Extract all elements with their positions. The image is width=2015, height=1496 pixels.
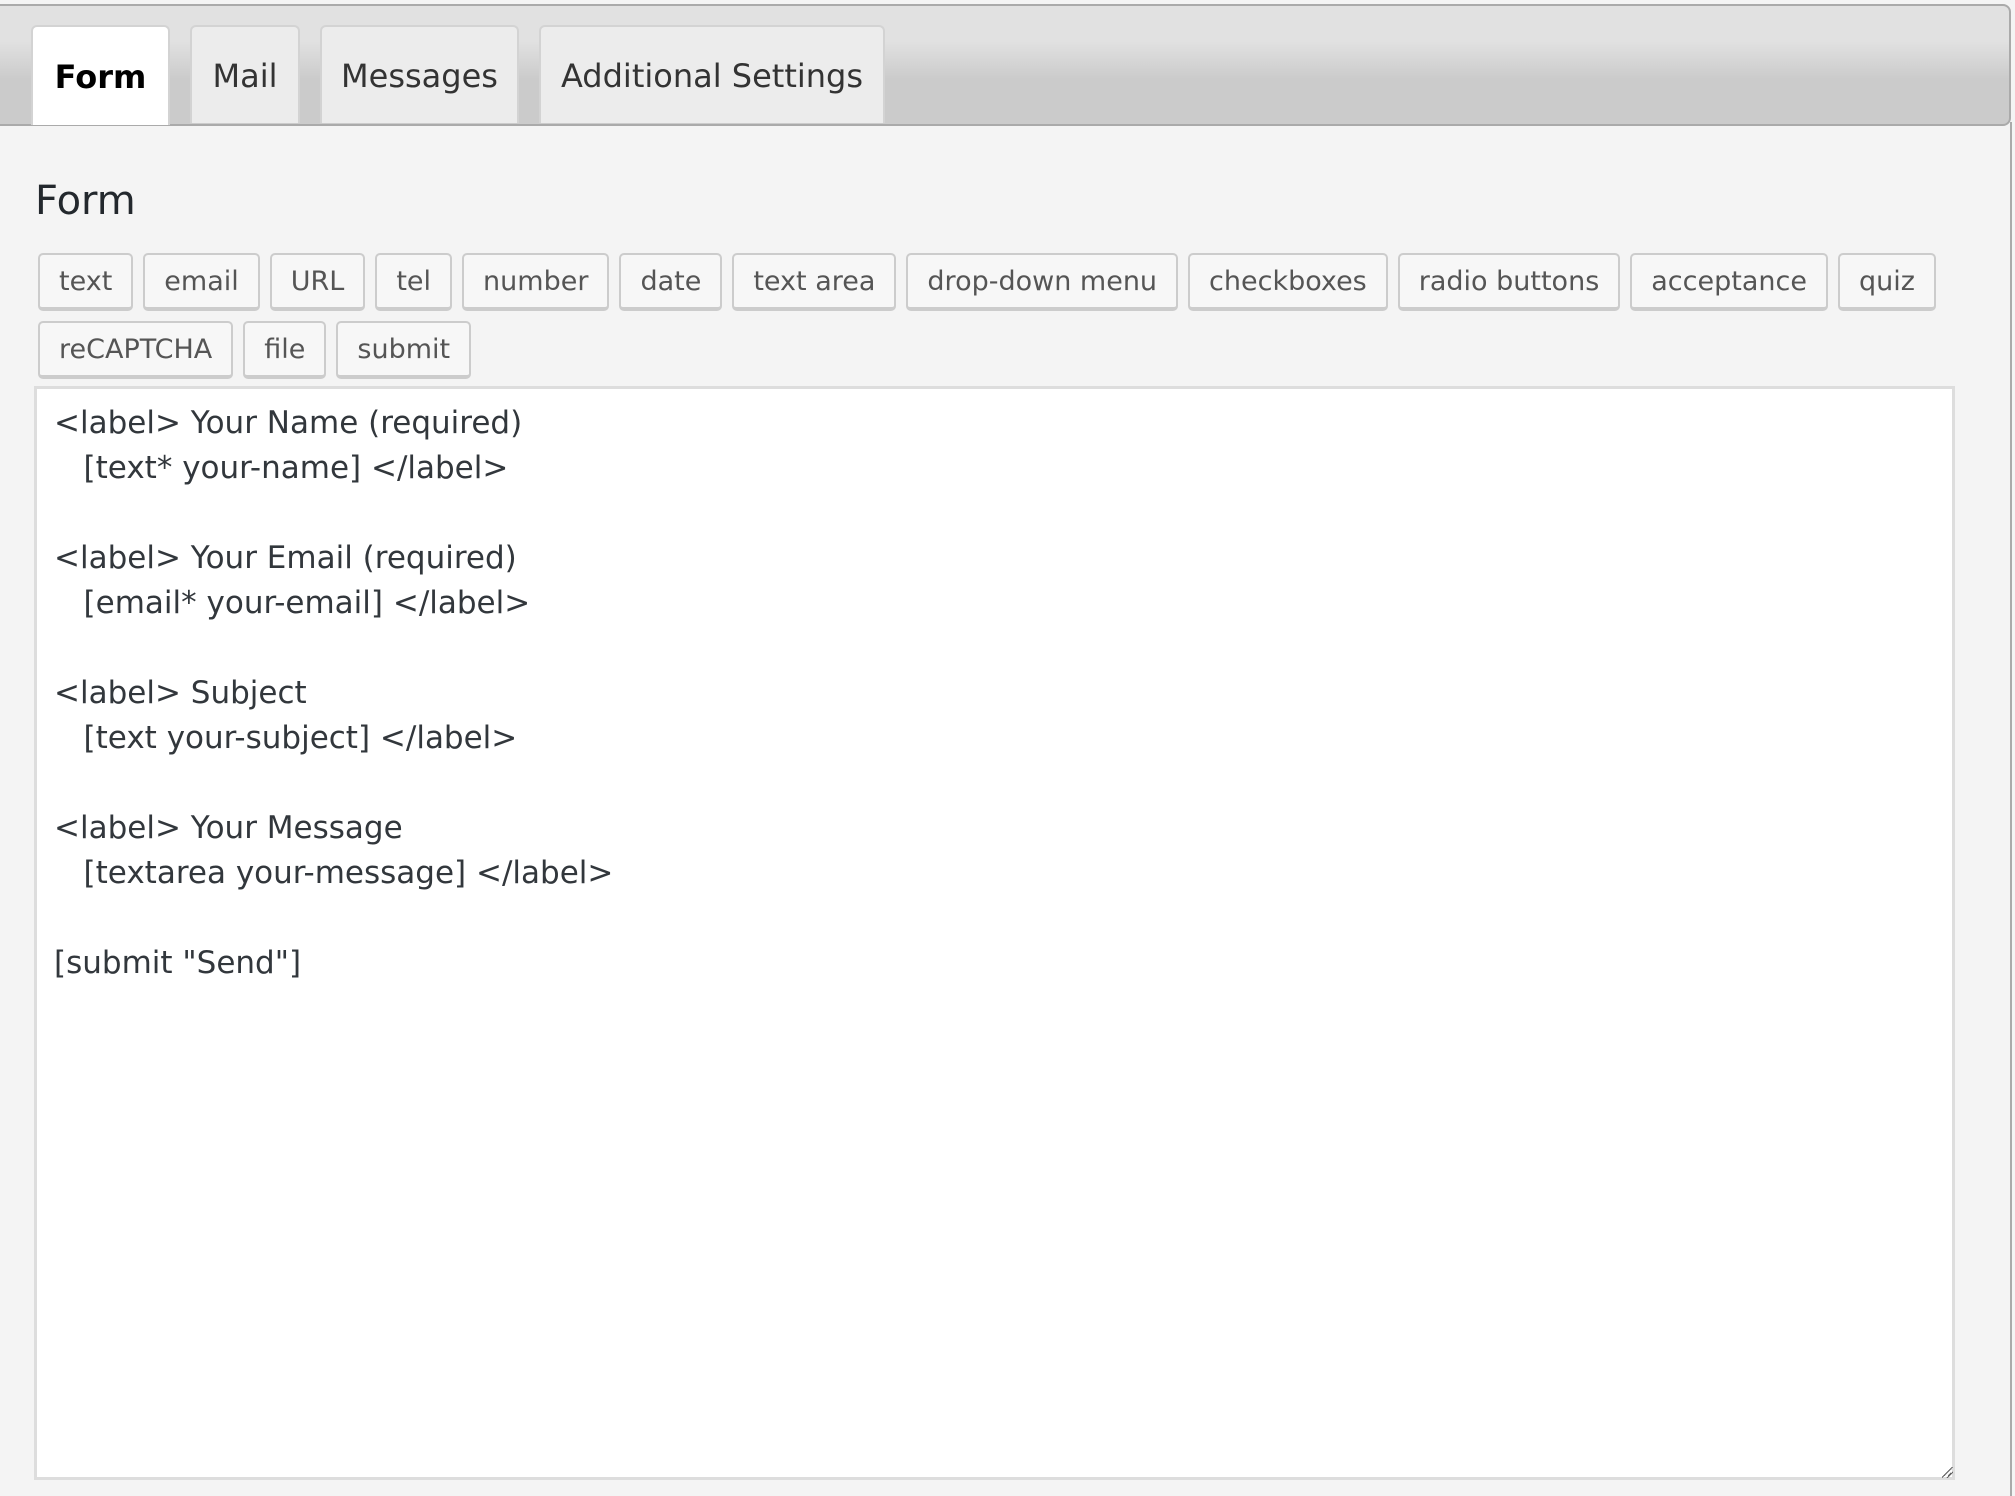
panel-border bbox=[2010, 122, 2012, 1496]
tag-acceptance-button[interactable]: acceptance bbox=[1630, 253, 1828, 311]
tag-number-button[interactable]: number bbox=[462, 253, 610, 311]
tag-text-button[interactable]: text bbox=[38, 253, 134, 311]
tag-dropdown-menu-button[interactable]: drop-down menu bbox=[906, 253, 1179, 311]
form-template-editor[interactable]: <label> Your Name (required) [text* your… bbox=[34, 386, 1955, 1480]
tab-mail[interactable]: Mail bbox=[190, 25, 300, 123]
tag-quiz-button[interactable]: quiz bbox=[1837, 253, 1936, 311]
tag-generator-row-2: reCAPTCHA file submit bbox=[38, 321, 1978, 379]
tag-generator-row-1: text email URL tel number date text area… bbox=[38, 253, 1978, 311]
tag-url-button[interactable]: URL bbox=[269, 253, 366, 311]
tab-messages[interactable]: Messages bbox=[320, 25, 519, 123]
section-title: Form bbox=[35, 178, 136, 224]
tag-checkboxes-button[interactable]: checkboxes bbox=[1188, 253, 1388, 311]
tag-radio-buttons-button[interactable]: radio buttons bbox=[1397, 253, 1621, 311]
tag-tel-button[interactable]: tel bbox=[375, 253, 453, 311]
tag-date-button[interactable]: date bbox=[619, 253, 723, 311]
tag-email-button[interactable]: email bbox=[143, 253, 260, 311]
tag-file-button[interactable]: file bbox=[243, 321, 327, 379]
tag-generator-buttons: text email URL tel number date text area… bbox=[38, 253, 1978, 389]
tab-form[interactable]: Form bbox=[31, 25, 170, 125]
resize-handle-icon[interactable] bbox=[1942, 1467, 1953, 1478]
tab-additional-settings[interactable]: Additional Settings bbox=[539, 25, 885, 123]
tag-recaptcha-button[interactable]: reCAPTCHA bbox=[38, 321, 234, 379]
tag-submit-button[interactable]: submit bbox=[336, 321, 472, 379]
tag-textarea-button[interactable]: text area bbox=[732, 253, 897, 311]
tab-bar bbox=[0, 4, 2011, 126]
